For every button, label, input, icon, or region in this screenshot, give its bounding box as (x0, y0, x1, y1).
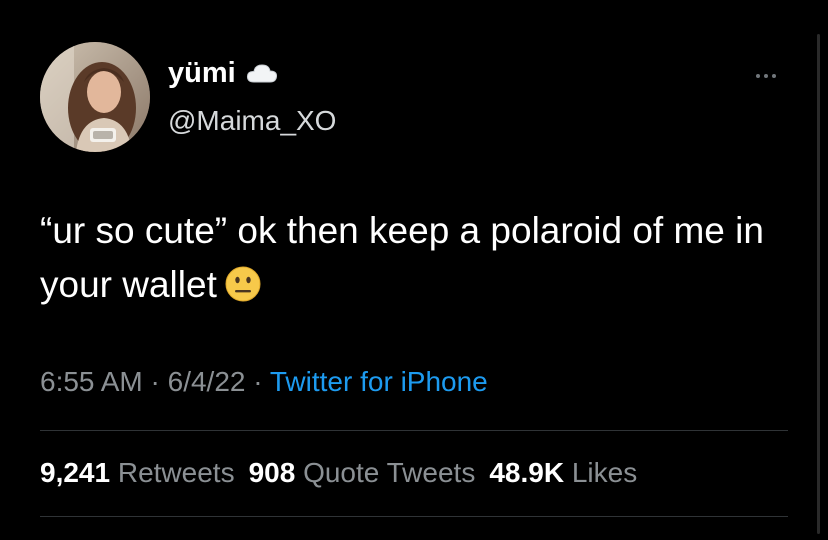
quotes-count: 908 (248, 457, 296, 488)
meta-separator: · (245, 366, 270, 397)
tweet-stats: 9,241 Retweets 908 Quote Tweets 48.9K Like… (40, 455, 637, 491)
author-display-name[interactable]: yümi (168, 56, 278, 90)
avatar[interactable] (40, 42, 150, 152)
more-dot (756, 74, 760, 78)
display-name-text[interactable]: yümi (168, 56, 236, 90)
more-dot (764, 74, 768, 78)
likes-count: 48.9K (489, 457, 565, 488)
tweet-meta: 6:55 AM · 6/4/22 · Twitter for iPhone (40, 364, 488, 400)
meta-separator: · (142, 366, 168, 397)
retweets-count: 9,241 (40, 457, 111, 488)
tweet-body: “ur so cute” ok then keep a polaroid of … (40, 210, 764, 305)
divider (40, 516, 788, 517)
likes-label: Likes (571, 457, 638, 488)
divider (40, 430, 788, 431)
tweet-time[interactable]: 6:55 AM (40, 366, 143, 397)
tweet-date[interactable]: 6/4/22 (168, 366, 246, 397)
quotes-label: Quote Tweets (303, 457, 476, 488)
scrollbar[interactable] (817, 34, 820, 534)
cloud-icon (246, 64, 277, 83)
tweet-detail: yümi @Maima_XO “ur so cute” ok then keep… (0, 0, 828, 540)
tweet-text: “ur so cute” ok then keep a polaroid of … (40, 204, 800, 312)
more-icon[interactable] (746, 66, 786, 86)
tweet-source-link[interactable]: Twitter for iPhone (270, 366, 488, 397)
neutral-face-emoji (225, 266, 261, 302)
retweets-label: Retweets (117, 457, 235, 488)
avatar-photo (40, 42, 150, 152)
author-handle[interactable]: @Maima_XO (168, 104, 336, 138)
more-dot (772, 74, 776, 78)
quotes-stat[interactable]: 908 Quote Tweets (249, 457, 476, 488)
retweets-stat[interactable]: 9,241 Retweets (40, 457, 235, 488)
likes-stat[interactable]: 48.9K Likes (489, 457, 637, 488)
